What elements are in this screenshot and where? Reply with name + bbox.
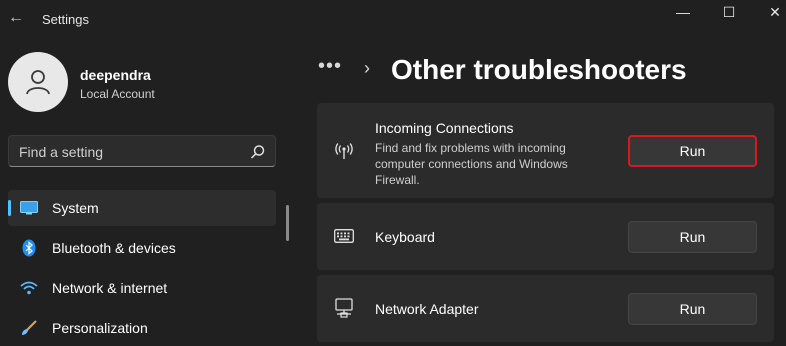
network-adapter-icon <box>334 298 354 318</box>
user-icon <box>26 70 50 95</box>
sidebar-item-network[interactable]: Network & internet <box>8 270 276 306</box>
troubleshooter-keyboard: Keyboard Run <box>317 203 774 270</box>
page-title: Other troubleshooters <box>391 54 687 85</box>
account-type: Local Account <box>80 87 155 101</box>
brush-icon <box>20 319 38 337</box>
maximize-button[interactable]: ☐ <box>706 0 752 26</box>
sidebar-item-system[interactable]: System <box>8 190 276 226</box>
troubleshooter-title: Incoming Connections <box>375 120 514 136</box>
run-button-incoming-connections[interactable]: Run <box>628 135 757 167</box>
title-bar: ← Settings — ☐ ✕ <box>0 0 786 38</box>
troubleshooter-network-adapter: Network Adapter Run <box>317 275 774 342</box>
chevron-right-icon: › <box>364 58 370 78</box>
troubleshooter-incoming-connections: Incoming Connections Find and fix proble… <box>317 103 774 198</box>
sidebar-scrollbar[interactable] <box>286 205 289 241</box>
run-button-keyboard[interactable]: Run <box>628 221 757 253</box>
close-button[interactable]: ✕ <box>752 0 786 26</box>
sidebar-item-label: Personalization <box>52 320 148 336</box>
keyboard-icon <box>334 226 354 246</box>
monitor-icon <box>20 199 38 217</box>
minimize-button[interactable]: — <box>660 0 706 26</box>
search-input[interactable] <box>19 142 239 162</box>
back-button[interactable]: ← <box>6 8 26 28</box>
run-button-network-adapter[interactable]: Run <box>628 293 757 325</box>
wifi-icon <box>20 279 38 297</box>
troubleshooter-title: Network Adapter <box>375 301 479 317</box>
sidebar-item-bluetooth[interactable]: Bluetooth & devices <box>8 230 276 266</box>
troubleshooter-title: Keyboard <box>375 229 435 245</box>
active-indicator <box>8 200 11 216</box>
sidebar-item-label: Bluetooth & devices <box>52 240 176 256</box>
avatar <box>8 52 68 112</box>
sidebar-item-personalization[interactable]: Personalization <box>8 310 276 346</box>
troubleshooter-description: Find and fix problems with incoming comp… <box>375 141 568 187</box>
broadcast-icon <box>334 141 354 161</box>
bluetooth-icon <box>20 239 38 257</box>
sidebar-item-label: Network & internet <box>52 280 168 296</box>
search-icon[interactable] <box>249 143 267 161</box>
breadcrumb-more-button[interactable]: ••• <box>318 54 342 78</box>
sidebar-item-label: System <box>52 200 99 216</box>
app-title: Settings <box>42 12 89 27</box>
user-name: deependra <box>80 67 151 83</box>
back-arrow-icon: ← <box>8 9 24 26</box>
search-box[interactable] <box>8 135 276 167</box>
